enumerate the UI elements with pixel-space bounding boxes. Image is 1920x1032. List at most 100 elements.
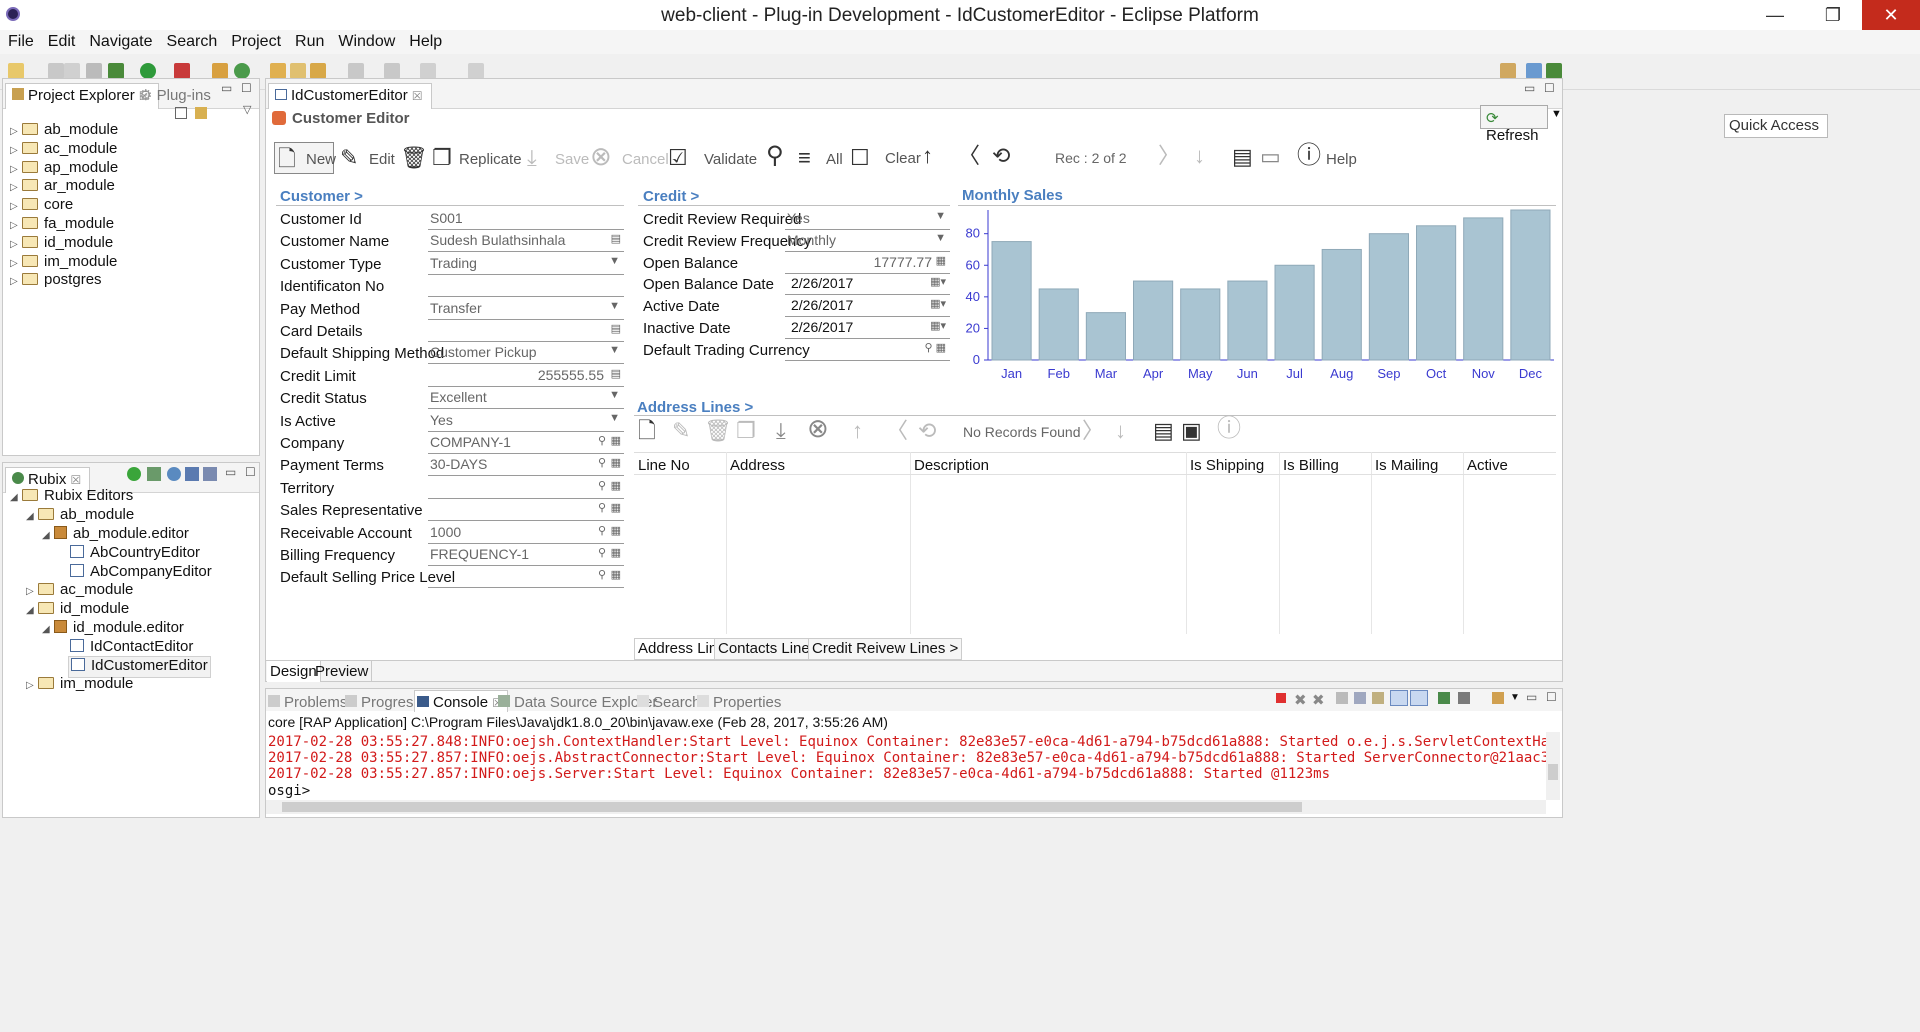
link-editor-icon[interactable] — [195, 107, 207, 119]
run-icon[interactable] — [140, 63, 156, 79]
lookup-search-icon[interactable]: ⚲ — [598, 524, 606, 537]
debug-icon[interactable] — [108, 63, 124, 79]
add-icon[interactable] — [127, 467, 141, 481]
calendar-icon[interactable]: ▦▾ — [930, 297, 946, 310]
annotation-icon[interactable] — [348, 63, 364, 79]
delete-icon[interactable]: 🗑 — [400, 147, 428, 169]
customer-field-input[interactable]: ⚲ ▦ — [428, 499, 624, 522]
customer-field-input[interactable]: S001 — [428, 208, 624, 230]
address-next-icon[interactable]: 〉 — [1082, 420, 1104, 442]
customer-field-input[interactable]: Excellent ▼ — [428, 387, 624, 410]
address-help-icon[interactable]: ⓘ — [1217, 417, 1241, 441]
previous-record-icon[interactable]: 〈 — [958, 145, 980, 167]
minimize-icon[interactable]: ▭ — [1526, 690, 1537, 704]
maximize-icon[interactable]: ☐ — [245, 465, 256, 479]
tab-properties[interactable]: Properties — [697, 694, 781, 711]
plugin-perspective-icon[interactable] — [1526, 63, 1542, 79]
import-icon[interactable] — [203, 467, 217, 481]
maximize-button[interactable]: ❐ — [1804, 0, 1862, 30]
calendar-icon[interactable]: ▦▾ — [930, 319, 946, 332]
edit-label[interactable]: Edit — [369, 151, 395, 168]
help-label[interactable]: Help — [1326, 151, 1357, 168]
calendar-icon[interactable]: ▦▾ — [930, 275, 946, 288]
validate-icon[interactable]: ☑ — [668, 147, 688, 169]
customer-field-input[interactable]: 1000 ⚲ ▦ — [428, 522, 624, 544]
collapse-all-icon[interactable] — [175, 107, 187, 119]
open-type-icon[interactable] — [270, 63, 286, 79]
forward-icon[interactable] — [468, 63, 484, 79]
scroll-lock-icon[interactable] — [1354, 692, 1366, 704]
clear-icon[interactable]: ☐ — [850, 147, 870, 169]
customer-field-input[interactable]: ▤ — [428, 320, 624, 342]
customer-field-input[interactable]: 255555.55 ▤ — [428, 365, 624, 387]
customer-field-input[interactable] — [428, 275, 624, 298]
cancel-label[interactable]: Cancel — [622, 151, 669, 168]
customer-field-input[interactable]: Sudesh Bulathsinhala ▤ — [428, 230, 624, 253]
address-column-header[interactable]: Is Billing — [1283, 457, 1339, 474]
lookup-search-icon[interactable]: ⚲ — [598, 501, 606, 514]
address-column-header[interactable]: Description — [914, 457, 989, 474]
lookup-search-icon[interactable]: ⚲ — [598, 479, 606, 492]
form-view-icon[interactable]: ▭ — [1260, 146, 1281, 168]
deploy-icon[interactable] — [185, 467, 199, 481]
replicate-label[interactable]: Replicate — [459, 151, 522, 168]
display-console-icon[interactable] — [1458, 692, 1470, 704]
tab-plugins[interactable]: ⚙ Plug-ins — [133, 83, 219, 109]
customer-field-input[interactable]: COMPANY-1 ⚲ ▦ — [428, 432, 624, 454]
validate-label[interactable]: Validate — [704, 151, 757, 168]
next-record-icon[interactable]: 〉 — [1158, 145, 1180, 167]
remove-all-icon[interactable]: ✖ — [1312, 691, 1325, 709]
lookup-search-icon[interactable]: ⚲ — [598, 568, 606, 581]
save-label[interactable]: Save — [555, 151, 589, 168]
list-view-icon[interactable]: ▤ — [1232, 146, 1253, 168]
menu-project[interactable]: Project — [223, 30, 287, 51]
replicate-icon[interactable]: ❐ — [432, 147, 452, 169]
calculator-icon[interactable]: ▦ — [611, 524, 621, 537]
address-cycle-icon[interactable]: ⟲ — [918, 420, 936, 442]
minimize-icon[interactable]: ▭ — [1524, 81, 1535, 95]
calculator-icon[interactable]: ▦ — [611, 456, 621, 469]
tab-console[interactable]: Console ☒ — [414, 690, 508, 712]
dropdown-arrow-icon[interactable]: ▼ — [609, 300, 620, 312]
customer-field-input[interactable]: ⚲ ▦ — [428, 566, 624, 589]
calculator-icon[interactable]: ▦ — [936, 254, 946, 267]
scrollbar-thumb[interactable] — [1548, 764, 1558, 780]
edit-icon[interactable]: ✎ — [340, 147, 358, 169]
customer-field-input[interactable]: Customer Pickup ▼ — [428, 342, 624, 365]
cancel-icon[interactable]: ⊗ — [590, 143, 612, 169]
skip-breakpoints-icon[interactable] — [86, 63, 102, 79]
calculator-icon[interactable]: ▦ — [611, 434, 621, 447]
address-first-icon[interactable]: ↑ — [852, 420, 863, 442]
calculator-icon[interactable]: ▦ — [611, 568, 621, 581]
project-postgres[interactable]: ▷ postgres — [10, 271, 102, 293]
address-cancel-icon[interactable]: ⊗ — [807, 415, 829, 441]
credit-section-title[interactable]: Credit > — [643, 188, 699, 205]
lookup-search-icon[interactable]: ⚲ — [598, 434, 606, 447]
menu-run[interactable]: Run — [287, 30, 330, 51]
new-java-icon[interactable] — [234, 63, 250, 79]
save-icon[interactable] — [48, 63, 64, 79]
refresh-dropdown-icon[interactable]: ▼ — [1551, 108, 1562, 120]
customer-field-input[interactable]: FREQUENCY-1 ⚲ ▦ — [428, 544, 624, 566]
back-icon[interactable] — [420, 63, 436, 79]
minimize-icon[interactable]: ▭ — [225, 465, 236, 479]
maximize-icon[interactable]: ☐ — [1546, 690, 1557, 704]
address-column-header[interactable]: Is Shipping — [1190, 457, 1264, 474]
calculator-icon[interactable]: ▦ — [611, 501, 621, 514]
maximize-icon[interactable]: ☐ — [241, 81, 252, 95]
open-console-icon[interactable] — [1492, 692, 1504, 704]
customer-section-title[interactable]: Customer > — [280, 188, 363, 205]
generate-icon[interactable] — [147, 467, 161, 481]
new-icon[interactable] — [8, 63, 24, 79]
tab-id-customer-editor[interactable]: IdCustomerEditor ☒ — [268, 83, 432, 109]
tab-progress[interactable]: Progress — [345, 694, 421, 711]
search-icon[interactable] — [310, 63, 326, 79]
debug-perspective-icon[interactable] — [1546, 63, 1562, 79]
menu-edit[interactable]: Edit — [40, 30, 82, 51]
terminate-icon[interactable] — [1276, 693, 1286, 703]
new-plugin-icon[interactable] — [212, 63, 228, 79]
tab-problems[interactable]: Problems — [268, 694, 347, 711]
dropdown-arrow-icon[interactable]: ▼ — [609, 255, 620, 267]
lookup-search-icon[interactable]: ⚲ — [598, 456, 606, 469]
lookup-search-icon[interactable]: ⚲ — [598, 546, 606, 559]
